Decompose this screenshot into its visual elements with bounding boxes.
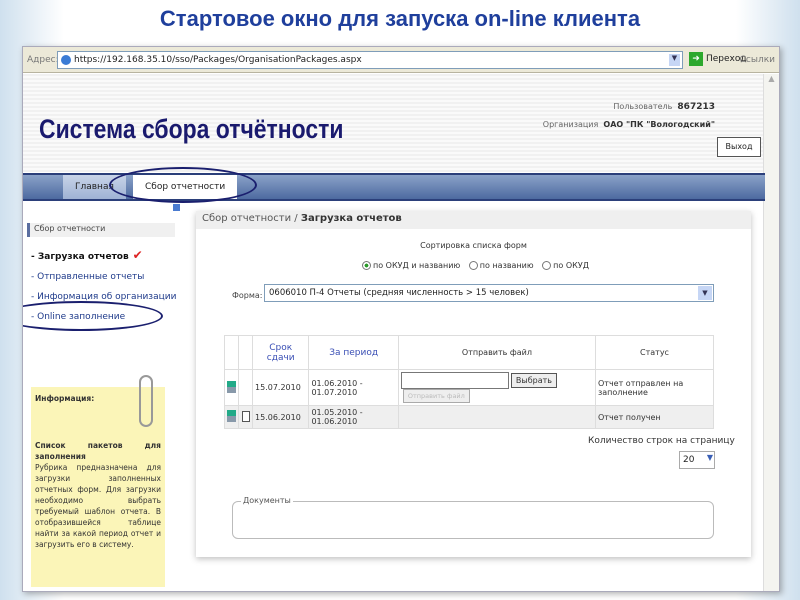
breadcrumb-current: Загрузка отчетов [300, 213, 402, 224]
checkmark-icon: ✔ [132, 248, 143, 262]
col-period[interactable]: За период [308, 335, 399, 370]
sidebar-heading: Сбор отчетности [27, 223, 175, 237]
radio-label: по ОКУД [553, 261, 589, 270]
scrollbar[interactable]: ▲ [763, 74, 779, 591]
org-value: ОАО "ПК "Вологодский" [603, 120, 715, 129]
rows-per-page-label: Количество строк на страницу [588, 436, 735, 446]
sort-options: по ОКУД и названию по названию по ОКУД [356, 261, 589, 270]
url-input[interactable]: https://192.168.35.10/sso/Packages/Organ… [57, 51, 683, 69]
main-panel: Сбор отчетности / Загрузка отчетов Сорти… [196, 211, 751, 557]
logout-button[interactable]: Выход [717, 137, 761, 157]
table-row: 15.07.2010 01.06.2010 - 01.07.2010 Выбра… [224, 369, 715, 406]
info-subtitle: Список пакетов для заполнения [35, 441, 161, 461]
browser-window: Адрес: https://192.168.35.10/sso/Package… [22, 46, 780, 592]
period-cell: 01.05.2010 - 01.06.2010 [308, 405, 399, 429]
form-select[interactable]: 0606010 П-4 Отчеты (средняя численность … [264, 284, 714, 302]
address-bar: Адрес: https://192.168.35.10/sso/Package… [23, 47, 779, 73]
paperclip-icon [139, 375, 153, 427]
sidebar-item-label: - Загрузка отчетов [31, 252, 129, 262]
slide-title: Стартовое окно для запуска on-line клиен… [159, 6, 641, 31]
breadcrumb: Сбор отчетности / Загрузка отчетов [196, 211, 751, 229]
system-title: Система сбора отчётности [39, 114, 344, 144]
send-file-button[interactable]: Отправить файл [402, 389, 470, 403]
status-cell: Отчет отправлен на заполнение [594, 369, 715, 406]
radio-okud[interactable] [542, 261, 552, 270]
deadline-cell: 15.07.2010 [251, 369, 310, 406]
radio-okud-name[interactable] [362, 261, 371, 270]
computer-icon[interactable] [227, 410, 236, 422]
rows-per-page-value: 20 [683, 455, 695, 465]
reports-table: Срок сдачи За период Отправить файл Стат… [224, 335, 715, 429]
collapse-icon[interactable] [173, 204, 180, 211]
choose-file-button[interactable]: Выбрать [510, 373, 557, 388]
user-info: Пользователь 867213 [613, 102, 715, 112]
table-header-row: Срок сдачи За период Отправить файл Стат… [224, 335, 715, 370]
page-header: Система сбора отчётности Пользователь 86… [23, 74, 765, 172]
info-text: Рубрика предназначена для загрузки запол… [35, 463, 161, 549]
documents-label: Документы [241, 496, 293, 505]
radio-label: по названию [479, 261, 534, 270]
file-path-input[interactable] [400, 372, 509, 389]
col-deadline[interactable]: Срок сдачи [251, 335, 310, 370]
status-cell: Отчет получен [594, 405, 715, 429]
table-row: 15.06.2010 01.05.2010 - 01.06.2010 Отчет… [224, 405, 715, 429]
chevron-down-icon[interactable]: ▼ [698, 286, 712, 300]
sort-label: Сортировка списка форм [420, 241, 527, 250]
user-value: 867213 [677, 102, 715, 112]
deadline-cell: 15.06.2010 [251, 405, 310, 429]
ie-page-icon [61, 55, 71, 65]
org-label: Организация [542, 120, 599, 129]
sidebar-item-sent[interactable]: - Отправленные отчеты [31, 267, 176, 287]
breadcrumb-parent[interactable]: Сбор отчетности / [202, 213, 298, 224]
document-icon[interactable] [241, 410, 250, 422]
scroll-up-icon[interactable]: ▲ [764, 74, 779, 90]
org-info: Организация ОАО "ПК "Вологодский" [543, 120, 715, 129]
highlight-oval [109, 167, 257, 203]
radio-name[interactable] [468, 261, 478, 270]
radio-label: по ОКУД и названию [373, 261, 461, 270]
documents-fieldset: Документы [232, 496, 714, 539]
chevron-down-icon[interactable]: ▼ [707, 453, 713, 462]
sidebar-item-upload[interactable]: - Загрузка отчетов ✔ [31, 245, 176, 267]
arrow-right-icon: ➜ [689, 52, 703, 66]
send-file-cell: Выбрать Отправить файл [397, 369, 596, 406]
url-text: https://192.168.35.10/sso/Packages/Organ… [74, 55, 362, 65]
period-cell: 01.06.2010 - 01.07.2010 [308, 369, 399, 406]
form-label: Форма: [232, 291, 263, 300]
col-send-file: Отправить файл [397, 335, 596, 370]
form-value: 0606010 П-4 Отчеты (средняя численность … [269, 288, 529, 298]
user-label: Пользователь [613, 102, 673, 111]
links-button[interactable]: Ссылки [740, 55, 775, 65]
chevron-down-icon[interactable]: ▼ [669, 54, 680, 66]
col-status: Статус [594, 335, 715, 370]
go-button[interactable]: ➜ Переход [689, 52, 747, 66]
address-label: Адрес: [27, 55, 59, 65]
rows-per-page-select[interactable]: 20 ▼ [679, 451, 715, 469]
computer-icon[interactable] [227, 380, 236, 393]
